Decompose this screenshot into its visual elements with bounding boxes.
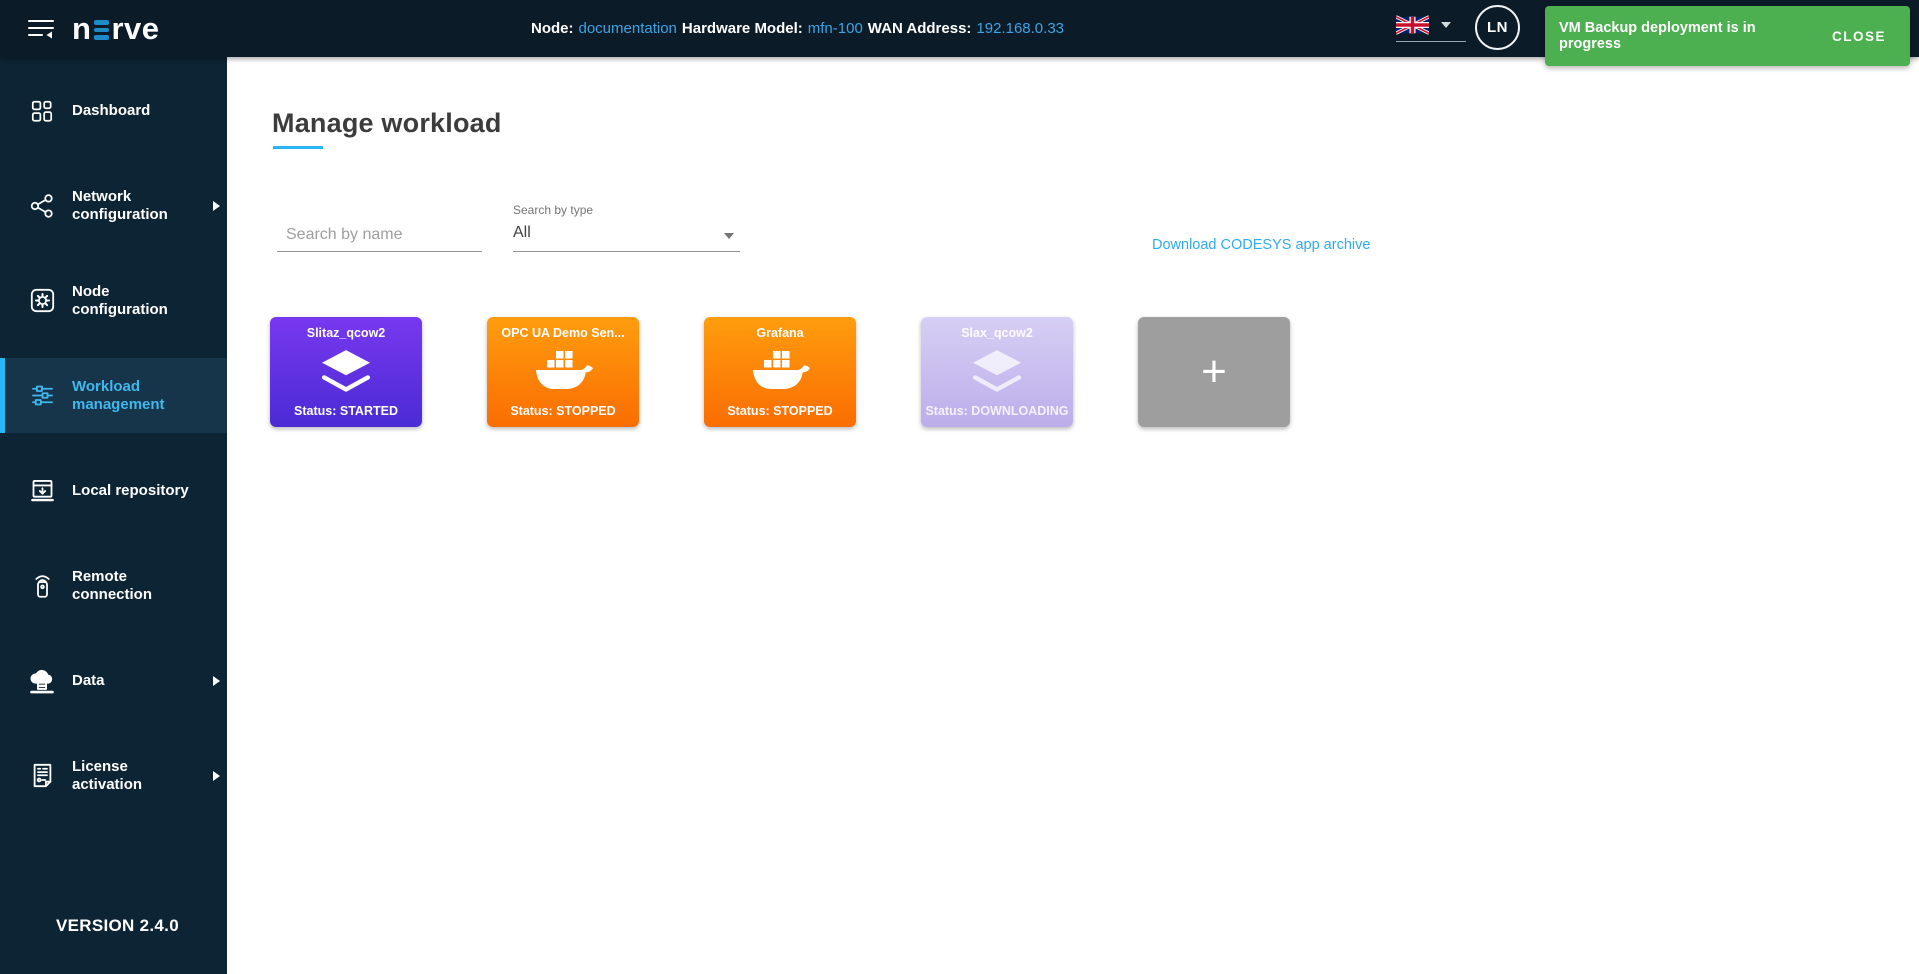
sidebar-item-license-activation[interactable]: License activation [0,738,227,813]
sidebar-item-remote-connection[interactable]: Remote connection [0,548,227,623]
menu-toggle-icon[interactable] [28,18,54,40]
sidebar-item-local-repository[interactable]: Local repository [0,453,227,528]
wan-address-value: 192.168.0.33 [976,20,1064,37]
uk-flag-icon [1396,15,1429,35]
workload-card-slax[interactable]: Slax_qcow2 Status: DOWNLOADING [921,317,1073,427]
workload-status: Status: STOPPED [727,404,832,418]
app: n rve Node: documentation Hardware Model… [0,0,1919,974]
vm-layers-icon [309,348,383,396]
title-underline [273,146,323,149]
workload-status: Status: STARTED [294,404,398,418]
workload-status: Status: DOWNLOADING [925,404,1068,418]
sidebar-item-workload-management[interactable]: Workload management [0,358,227,433]
node-gear-icon [27,287,57,314]
sidebar-item-network-configuration[interactable]: Network configuration [0,168,227,243]
workload-name: Slitaz_qcow2 [307,326,386,340]
page-title: Manage workload [272,108,502,139]
node-value-link[interactable]: documentation [579,20,677,37]
sidebar-item-label: Dashboard [72,102,198,120]
license-document-icon [27,762,57,789]
docker-whale-icon [747,348,813,396]
vm-layers-icon [960,348,1034,396]
search-type-label: Search by type [513,203,740,217]
workload-name: OPC UA Demo Sen... [501,326,624,340]
toast-message: VM Backup deployment is in progress [1559,20,1818,52]
docker-whale-icon [530,348,596,396]
search-type-value: All [513,224,740,242]
workload-name: Slax_qcow2 [961,326,1033,340]
wan-address-label: WAN Address: [868,20,972,37]
dashboard-grid-icon [27,98,57,124]
sidebar-item-label: Data [72,672,198,690]
sidebar-item-node-configuration[interactable]: Node configuration [0,263,227,338]
workload-name: Grafana [756,326,803,340]
chevron-down-icon [1441,22,1451,28]
sidebar-item-label: Node configuration [72,283,198,319]
workload-cards: Slitaz_qcow2 Status: STARTED OPC UA Demo… [270,317,1290,427]
user-avatar[interactable]: LN [1475,5,1520,50]
nerve-logo: n rve [72,16,159,42]
chevron-right-icon [213,676,220,686]
cloud-data-icon [27,667,57,695]
search-by-name-field [277,219,482,252]
node-info: Node: documentation Hardware Model: mfn-… [531,0,1064,57]
version-label: VERSION 2.4.0 [56,916,179,936]
chevron-down-icon [724,233,734,239]
avatar-initials: LN [1487,19,1508,36]
chevron-right-icon [213,201,220,211]
workload-status: Status: STOPPED [510,404,615,418]
language-selector[interactable] [1396,12,1466,42]
sidebar-item-label: Remote connection [72,568,198,604]
hardware-model-value: mfn-100 [808,20,863,37]
search-input[interactable] [286,226,493,244]
workload-card-slitaz[interactable]: Slitaz_qcow2 Status: STARTED [270,317,422,427]
download-codesys-link[interactable]: Download CODESYS app archive [1152,237,1370,253]
workload-card-opcua[interactable]: OPC UA Demo Sen... Status: STOPPED [487,317,639,427]
workload-card-grafana[interactable]: Grafana Status: STOPPED [704,317,856,427]
network-share-icon [27,193,57,219]
sidebar-item-data[interactable]: Data [0,643,227,718]
remote-control-icon [27,572,57,599]
search-by-type-select[interactable]: Search by type All [513,203,740,252]
plus-icon: + [1201,352,1227,392]
workload-sliders-icon [27,382,57,409]
logo-e-bars-icon [94,20,109,40]
sidebar-item-label: Network configuration [72,188,198,224]
node-label: Node: [531,20,574,37]
toast-close-button[interactable]: CLOSE [1832,29,1886,44]
sidebar-nav: Dashboard Network configuration [0,57,227,813]
repository-box-icon [27,477,57,504]
logo-text-right: rve [111,16,159,42]
add-workload-button[interactable]: + [1138,317,1290,427]
logo-text-left: n [72,16,91,42]
sidebar-item-label: Local repository [72,482,198,500]
sidebar-item-label: Workload management [72,378,198,414]
sidebar-item-dashboard[interactable]: Dashboard [0,73,227,148]
sidebar: Dashboard Network configuration [0,57,227,974]
sidebar-item-label: License activation [72,758,198,794]
hardware-model-label: Hardware Model: [682,20,803,37]
chevron-right-icon [213,771,220,781]
toast-notification: VM Backup deployment is in progress CLOS… [1545,6,1910,66]
